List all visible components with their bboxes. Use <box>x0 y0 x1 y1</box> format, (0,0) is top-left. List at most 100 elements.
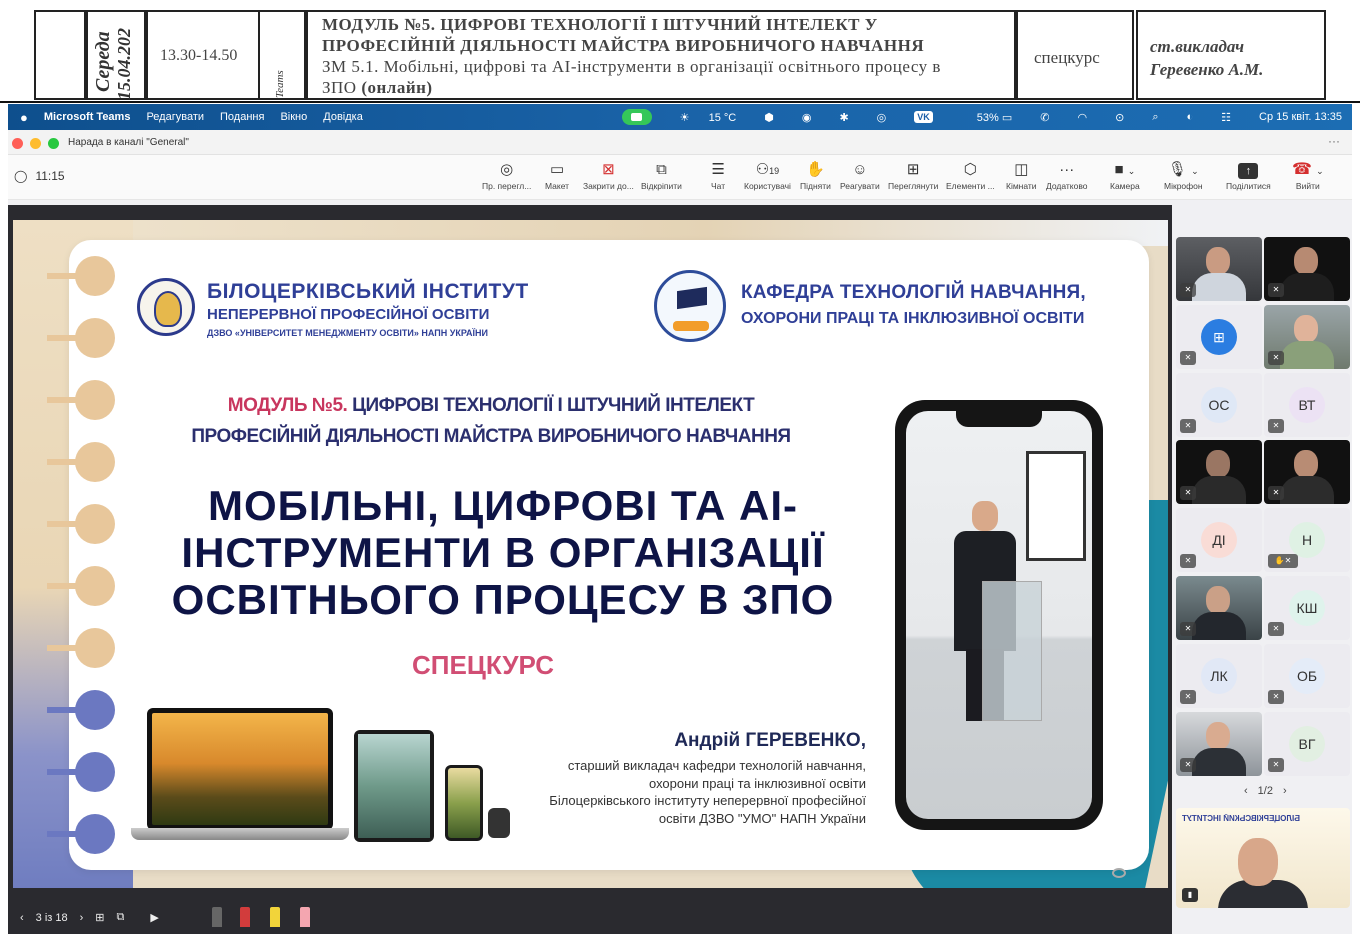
search-icon[interactable]: ⌕ <box>1152 111 1158 124</box>
department-logo <box>654 270 726 342</box>
pen-red-icon[interactable] <box>240 907 250 927</box>
meeting-timer: ◯ 11:15 <box>14 169 65 183</box>
participant-tile[interactable]: КШ ✕ <box>1264 576 1350 640</box>
participant-shoulders <box>1192 476 1246 504</box>
toolbar-btn-label: Камера <box>1110 181 1140 191</box>
close-window-icon[interactable] <box>12 138 23 149</box>
participant-video-tile[interactable]: ✕ <box>1264 237 1350 301</box>
menu-edit[interactable]: Редагувати <box>146 111 204 123</box>
slide-title: МОБІЛЬНІ, ЦИФРОВІ ТА АІ- ІНСТРУМЕНТИ В О… <box>133 482 873 623</box>
shield-outline-icon: ◯ <box>14 169 28 183</box>
grid-icon[interactable]: ⊞ <box>95 911 104 924</box>
settings-icon[interactable]: ⧉ <box>117 911 125 924</box>
participant-video-tile[interactable]: ✕ <box>1264 305 1350 369</box>
chevron-down-icon[interactable]: ⌄ <box>1191 166 1199 176</box>
toolbar-btn-view[interactable]: ⊞ Переглянути <box>888 159 938 191</box>
meeting-stage: БІЛОЦЕРКІВСЬКИЙ ІНСТИТУТ НЕПЕРЕРВНОЇ ПРО… <box>8 200 1352 934</box>
participant-tile[interactable]: ВТ ✕ <box>1264 373 1350 437</box>
chevron-down-icon[interactable]: ⌄ <box>1316 166 1324 176</box>
toolbar-btn-popout[interactable]: ⧉ Відкріпити <box>641 159 682 191</box>
schedule-teacher: ст.викладач Геревенко А.М. <box>1150 35 1263 81</box>
participant-tile[interactable]: ВГ ✕ <box>1264 712 1350 776</box>
chevron-down-icon[interactable]: ⌄ <box>1128 166 1136 176</box>
battery-percent: 53% <box>976 111 999 124</box>
participant-shoulders <box>1280 341 1334 369</box>
fullscreen-window-icon[interactable] <box>48 138 59 149</box>
slide-counter: 3 із 18 <box>35 911 68 924</box>
skype-icon[interactable]: ◉ <box>802 111 812 124</box>
participant-face <box>1294 450 1318 478</box>
toolbar-btn-react[interactable]: ☺ Реагувати <box>840 159 880 191</box>
participant-tile[interactable]: ОС ✕ <box>1176 373 1262 437</box>
self-view-video[interactable]: БІЛОЦЕРКІВСЬКИЙ ІНСТИТУТ ▮ <box>1176 808 1350 908</box>
highlighter-icon[interactable] <box>270 907 280 927</box>
menubar-status-area: ☀ 15 °C ⬢ ◉ ✱ ◎ VK 53% ▭ ✆ ◠ ⊙ ⌕ ◐ ☷ Ср … <box>606 104 1342 130</box>
next-slide-icon[interactable]: › <box>80 912 84 924</box>
battery-status[interactable]: 53% ▭ <box>961 111 1012 124</box>
toolbar-btn-share[interactable]: ↑ Поділитися <box>1226 159 1271 191</box>
apple-icon[interactable]: ● <box>20 110 28 125</box>
weather[interactable]: ☀ 15 °C <box>680 111 737 124</box>
toolbar-btn-preview[interactable]: ◎ Пр. перегл... <box>482 159 531 191</box>
mic-muted-icon: ✕ <box>1180 486 1196 500</box>
participant-video-tile[interactable]: ✕ <box>1176 576 1262 640</box>
shield-icon[interactable]: ⬢ <box>764 111 774 124</box>
pager-prev-icon[interactable]: ‹ <box>1244 785 1248 797</box>
control-center-icon[interactable]: ☷ <box>1221 111 1231 124</box>
participant-face <box>1206 722 1230 750</box>
wifi-icon[interactable]: ◠ <box>1078 111 1088 124</box>
participant-tile[interactable]: Н ✋✕ <box>1264 508 1350 572</box>
participant-tile[interactable]: ОБ ✕ <box>1264 644 1350 708</box>
toolbar-btn-raise-hand[interactable]: ✋ Підняти <box>800 159 831 191</box>
participant-video-tile[interactable]: ⊞ ✕ <box>1176 305 1262 369</box>
toolbar-btn-chat[interactable]: ☰ Чат <box>711 159 725 191</box>
menubar-clock[interactable]: Ср 15 квіт. 13:35 <box>1259 111 1342 123</box>
participant-tile[interactable]: ЛК ✕ <box>1176 644 1262 708</box>
menu-view[interactable]: Подання <box>220 111 264 123</box>
menu-app-name[interactable]: Microsoft Teams <box>44 111 131 123</box>
prev-slide-icon[interactable]: ‹ <box>20 912 24 924</box>
toolbar-btn-camera[interactable]: ■ ⌄ Камера <box>1110 159 1140 191</box>
toolbar-btn-layout[interactable]: ▭ Макет <box>545 159 569 191</box>
mic-muted-icon: ✕ <box>1268 419 1284 433</box>
toolbar-btn-more[interactable]: ··· Додатково <box>1046 159 1087 191</box>
participant-tile[interactable]: ДІ ✕ <box>1176 508 1262 572</box>
toolbar-btn-label: Кімнати <box>1006 181 1037 191</box>
toolbar-btn-close[interactable]: ⊠ Закрити до... <box>583 159 634 191</box>
laptop-base <box>131 828 349 840</box>
participant-video-tile[interactable]: ✕ <box>1176 712 1262 776</box>
menu-window[interactable]: Вікно <box>280 111 307 123</box>
toolbar-btn-leave[interactable]: ☎ ⌄ Вийти <box>1292 159 1324 191</box>
vk-icon[interactable]: VK <box>914 111 933 123</box>
camera-active-icon[interactable] <box>621 109 652 125</box>
toolbar-btn-apps[interactable]: ⬡ Елементи ... <box>946 159 995 191</box>
minimize-window-icon[interactable] <box>30 138 41 149</box>
flag-icon[interactable]: ◐ <box>1187 111 1194 123</box>
user-icon[interactable]: ◎ <box>877 111 887 124</box>
eraser-icon[interactable] <box>300 907 310 927</box>
participant-video-tile[interactable]: ✕ <box>1264 440 1350 504</box>
toolbar-btn-rooms[interactable]: ◫ Кімнати <box>1006 159 1037 191</box>
react-icon: ☺ <box>852 161 868 178</box>
play-icon[interactable]: ⊙ <box>1115 111 1124 124</box>
participant-avatar: ДІ <box>1201 522 1237 558</box>
pointer-icon[interactable]: ▶ <box>150 911 158 924</box>
mic-muted-icon: ✕ <box>1268 622 1284 636</box>
titlebar-more-icon[interactable]: ··· <box>1328 134 1340 148</box>
menu-help[interactable]: Довідка <box>323 111 363 123</box>
participant-video-tile[interactable]: ✕ <box>1176 440 1262 504</box>
pager-next-icon[interactable]: › <box>1283 785 1287 797</box>
viber-icon[interactable]: ✆ <box>1040 111 1049 124</box>
mic-muted-icon: ✕ <box>1180 758 1196 772</box>
toolbar-btn-label: Закрити до... <box>583 181 634 191</box>
leave-glyph: ☎ <box>1292 161 1312 178</box>
pen-black-icon[interactable] <box>212 907 222 927</box>
participant-video-tile[interactable]: ✕ <box>1176 237 1262 301</box>
schedule-platform: Teams <box>274 70 286 98</box>
camera-glyph: ■ <box>1114 161 1124 178</box>
bluetooth-icon[interactable]: ✱ <box>839 111 848 124</box>
toolbar-btn-people[interactable]: ⚇19 Користувачі <box>744 159 791 191</box>
screen: Середа 15.04.202 13.30-14.50 Teams МОДУЛ… <box>0 0 1360 934</box>
people-count: 19 <box>769 166 780 176</box>
toolbar-btn-microphone[interactable]: 🎙 ⌄ Мікрофон <box>1164 159 1203 191</box>
